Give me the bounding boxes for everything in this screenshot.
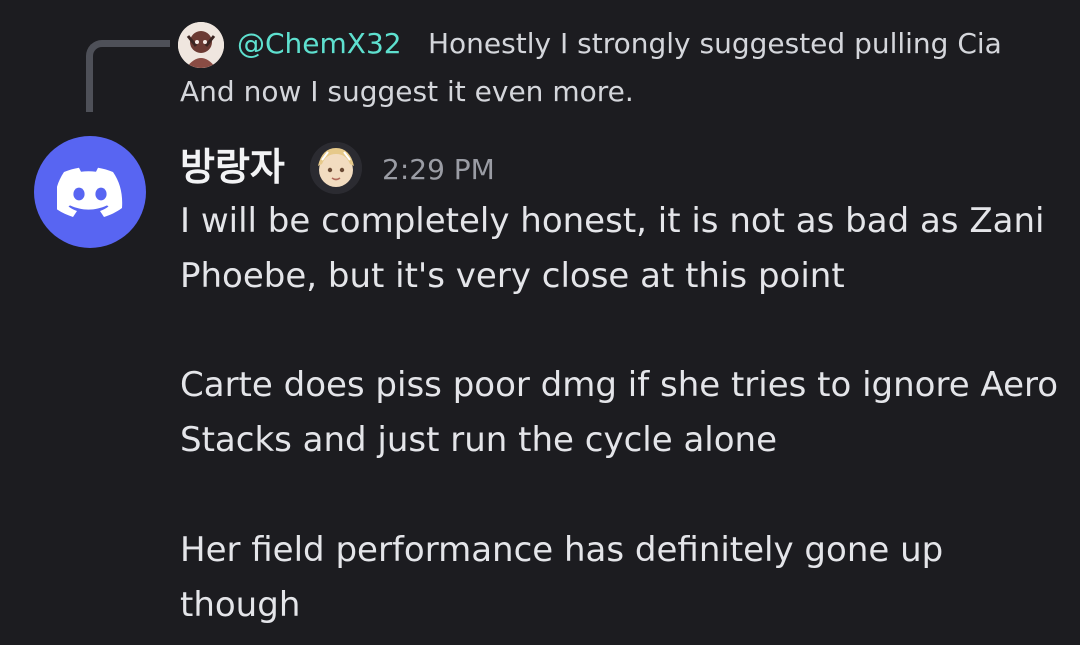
message-line: Her field performance has definitely gon… (180, 530, 944, 570)
message-timestamp[interactable]: 2:29 PM (382, 152, 495, 188)
message-line: Phoebe, but it's very close at this poin… (180, 256, 845, 296)
message-line: though (180, 585, 301, 625)
reply-text-line-2[interactable]: And now I suggest it even more. (180, 74, 634, 110)
author-avatar[interactable] (34, 136, 146, 248)
reply-author-name[interactable]: @ChemX32 (237, 26, 402, 62)
discord-logo-icon (57, 167, 123, 217)
reply-text[interactable]: Honestly I strongly suggested pulling Ci… (428, 26, 1002, 62)
message-line: Stacks and just run the cycle alone (180, 420, 777, 460)
reply-connector (86, 40, 170, 112)
message-line: Carte does piss poor dmg if she tries to… (180, 365, 1059, 405)
author-badge[interactable] (310, 142, 362, 194)
author-name[interactable]: 방랑자 (180, 144, 285, 190)
reply-avatar[interactable] (178, 22, 224, 68)
message-line: I will be completely honest, it is not a… (180, 201, 1045, 241)
